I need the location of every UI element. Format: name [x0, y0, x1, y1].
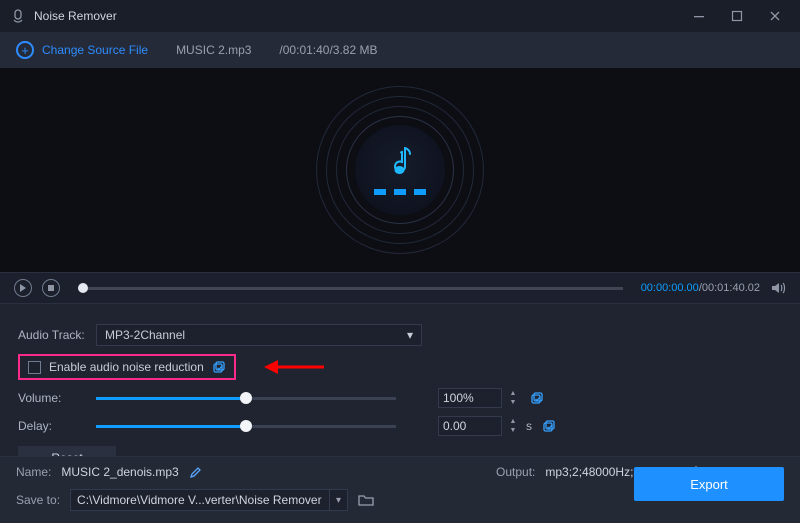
volume-slider[interactable]	[96, 397, 396, 400]
audio-track-value: MP3-2Channel	[105, 328, 185, 342]
pencil-icon[interactable]	[189, 466, 202, 479]
delay-slider[interactable]	[96, 425, 396, 428]
minimize-button[interactable]	[684, 4, 714, 28]
timecodes: 00:00:00.00/00:01:40.02	[641, 282, 760, 294]
volume-stepper[interactable]: ▲▼	[506, 388, 520, 408]
delay-apply-all-icon[interactable]	[542, 419, 556, 433]
app-title: Noise Remover	[34, 9, 117, 23]
seek-thumb[interactable]	[78, 283, 88, 293]
chevron-down-icon: ▾	[407, 328, 413, 342]
playback-bar: 00:00:00.00/00:01:40.02	[0, 272, 800, 304]
noise-reduction-apply-all-icon[interactable]	[212, 360, 226, 374]
close-button[interactable]	[760, 4, 790, 28]
folder-icon[interactable]	[358, 493, 374, 507]
delay-label: Delay:	[18, 419, 96, 433]
save-to-path[interactable]: C:\Vidmore\Vidmore V...verter\Noise Remo…	[70, 489, 330, 511]
noise-reduction-label: Enable audio noise reduction	[49, 360, 204, 374]
audio-track-label: Audio Track:	[18, 328, 96, 342]
play-button[interactable]	[14, 279, 32, 297]
volume-icon[interactable]	[770, 280, 786, 296]
noise-reduction-checkbox[interactable]	[28, 361, 41, 374]
change-source-button[interactable]: + Change Source File	[16, 41, 148, 59]
stop-button[interactable]	[42, 279, 60, 297]
bottom-bar: Name: MUSIC 2_denois.mp3 Output: mp3;2;4…	[0, 456, 800, 523]
name-value: MUSIC 2_denois.mp3	[61, 465, 178, 479]
delay-thumb[interactable]	[240, 420, 252, 432]
volume-label: Volume:	[18, 391, 96, 405]
change-source-label: Change Source File	[42, 43, 148, 57]
delay-input[interactable]: 0.00	[438, 416, 502, 436]
preview-area	[0, 68, 800, 272]
seek-slider[interactable]	[78, 287, 623, 290]
app-logo-icon	[10, 8, 26, 24]
plus-icon: +	[16, 41, 34, 59]
titlebar: Noise Remover	[0, 0, 800, 32]
controls-panel: Audio Track: MP3-2Channel ▾ Enable audio…	[0, 304, 800, 480]
current-time: 00:00:00.00	[641, 282, 699, 294]
name-label: Name:	[16, 465, 51, 479]
output-label: Output:	[496, 465, 535, 479]
duration: 00:01:40.02	[702, 282, 760, 294]
source-filename: MUSIC 2.mp3	[176, 43, 251, 57]
delay-unit: s	[526, 419, 532, 433]
toolbar: + Change Source File MUSIC 2.mp3 /00:01:…	[0, 32, 800, 68]
volume-apply-all-icon[interactable]	[530, 391, 544, 405]
volume-input[interactable]: 100%	[438, 388, 502, 408]
export-button[interactable]: Export	[634, 467, 784, 501]
noise-reduction-highlight: Enable audio noise reduction	[18, 354, 236, 380]
save-to-dropdown[interactable]: ▾	[330, 489, 348, 511]
audio-track-select[interactable]: MP3-2Channel ▾	[96, 324, 422, 346]
maximize-button[interactable]	[722, 4, 752, 28]
save-to-label: Save to:	[16, 493, 60, 507]
delay-stepper[interactable]: ▲▼	[506, 416, 520, 436]
annotation-arrow-icon	[264, 358, 324, 376]
volume-thumb[interactable]	[240, 392, 252, 404]
audio-visualizer	[315, 85, 485, 255]
source-meta: /00:01:40/3.82 MB	[279, 43, 377, 57]
